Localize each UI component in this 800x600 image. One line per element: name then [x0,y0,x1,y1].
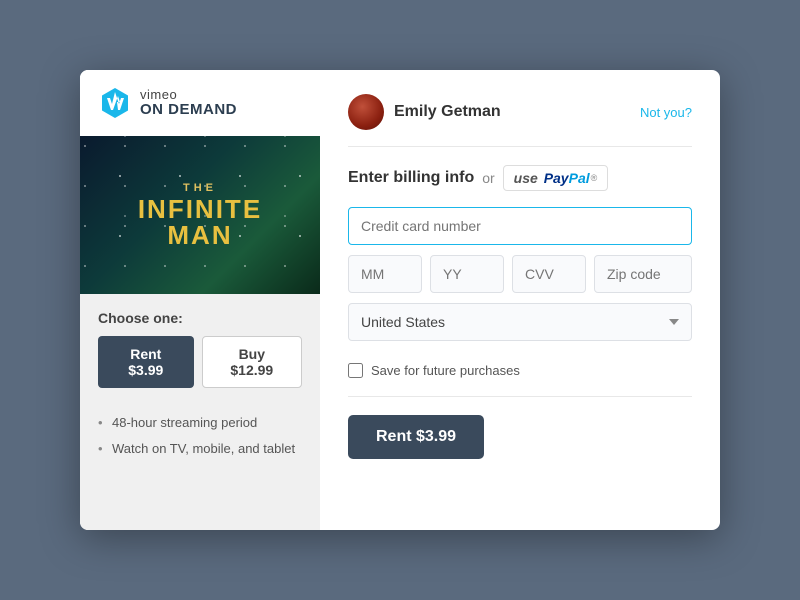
credit-card-group [348,207,692,245]
movie-title-line1: INFINITE [138,196,262,222]
save-checkbox-row: Save for future purchases [348,363,692,378]
left-panel: vimeo ON DEMAND THE INFINITE MAN Choose … [80,70,320,530]
paypal-use-label: use [514,170,538,186]
not-you-link[interactable]: Not you? [640,105,692,120]
form-divider [348,396,692,397]
modal-container: vimeo ON DEMAND THE INFINITE MAN Choose … [80,70,720,530]
rent-button[interactable]: Rent $3.99 [98,336,194,388]
right-panel: Emily Getman Not you? Enter billing info… [320,70,720,530]
movie-title: THE INFINITE MAN [138,182,262,248]
cvv-input[interactable] [512,255,586,293]
avatar [348,94,384,130]
logo-area: vimeo ON DEMAND [80,70,320,136]
credit-card-input[interactable] [348,207,692,245]
billing-header: Enter billing info or use PayPal ® [348,165,692,191]
choose-area: Choose one: Rent $3.99 Buy $12.99 [80,294,320,404]
submit-button[interactable]: Rent $3.99 [348,415,484,459]
logo-vimeo-label: vimeo [140,88,237,102]
user-name: Emily Getman [394,103,501,121]
movie-the: THE [138,182,262,194]
movie-poster: THE INFINITE MAN [80,136,320,294]
billing-or: or [482,170,494,186]
feature-item-1: 48-hour streaming period [98,414,302,432]
vimeo-logo-icon [98,86,132,120]
features-list: 48-hour streaming period Watch on TV, mo… [80,404,320,482]
paypal-pay-label: Pay [544,170,569,186]
country-select[interactable]: United States Canada United Kingdom Aust… [348,303,692,341]
choose-label: Choose one: [98,310,302,326]
paypal-button[interactable]: use PayPal ® [503,165,609,191]
user-info: Emily Getman [348,94,501,130]
mm-input[interactable] [348,255,422,293]
movie-title-line2: MAN [138,222,262,248]
save-checkbox[interactable] [348,363,363,378]
buy-button[interactable]: Buy $12.99 [202,336,302,388]
country-group: United States Canada United Kingdom Aust… [348,303,692,341]
paypal-pal-label: Pal [569,170,590,186]
option-buttons: Rent $3.99 Buy $12.99 [98,336,302,388]
feature-item-2: Watch on TV, mobile, and tablet [98,440,302,458]
save-label[interactable]: Save for future purchases [371,363,520,378]
paypal-text: use PayPal [514,170,590,186]
card-details-row [348,255,692,293]
logo-text: vimeo ON DEMAND [140,88,237,119]
logo-ondemand-label: ON DEMAND [140,102,237,119]
user-row: Emily Getman Not you? [348,94,692,147]
billing-title: Enter billing info [348,169,474,187]
yy-input[interactable] [430,255,504,293]
zip-input[interactable] [594,255,692,293]
